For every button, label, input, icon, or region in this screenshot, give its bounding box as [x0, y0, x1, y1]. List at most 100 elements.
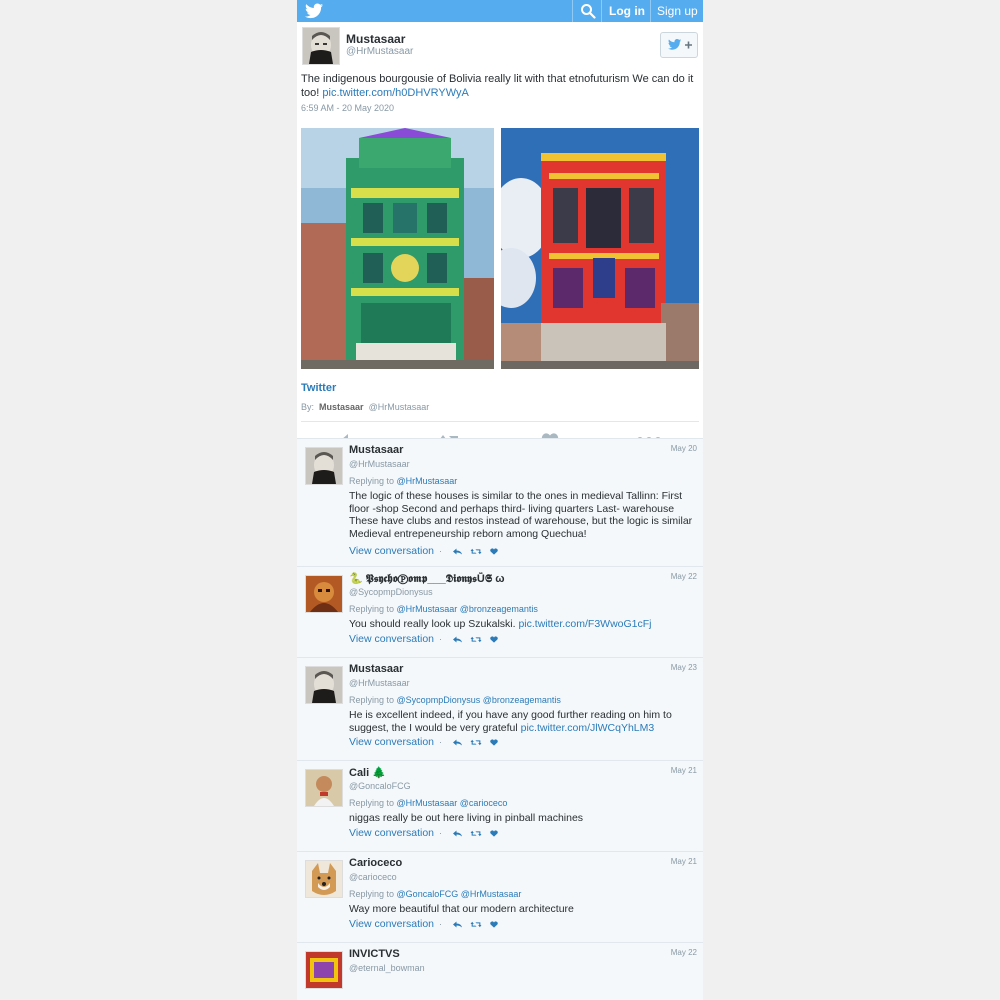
reply-body: You should really look up Szukalski. — [349, 618, 516, 630]
reply-author-name[interactable]: 🐍 𝕻𝖘𝖞𝖈𝖍𝖔Ⓟ𝖔𝖒𝖕___𝕯𝖎𝖔𝖓𝖞𝖘Ṻ𝕾 ω — [349, 572, 505, 586]
tweet-photo-red-building[interactable] — [501, 128, 699, 369]
replying-label: Replying to — [349, 889, 395, 899]
reply-date[interactable]: May 20 — [671, 444, 697, 453]
replying-to-link[interactable]: @SycopmpDionysus @bronzeagemantis — [397, 695, 561, 705]
reply-icon[interactable] — [452, 920, 463, 929]
reply-author-handle[interactable]: @HrMustasaar — [349, 678, 410, 688]
reply-icon[interactable] — [452, 635, 463, 644]
tweet-text: The indigenous bourgousie of Bolivia rea… — [301, 72, 699, 100]
retweet-icon[interactable] — [470, 738, 482, 747]
like-heart-icon[interactable] — [489, 920, 499, 929]
like-heart-icon[interactable] — [489, 635, 499, 644]
signup-link[interactable]: Sign up — [657, 4, 698, 18]
red-building-image — [501, 128, 699, 369]
replying-to-link[interactable]: @HrMustasaar — [397, 476, 458, 486]
reply-avatar[interactable] — [305, 860, 343, 898]
by-handle[interactable]: @HrMustasaar — [369, 402, 430, 412]
reply-pic-link[interactable]: pic.twitter.com/JlWCqYhLM3 — [521, 722, 655, 734]
author-name[interactable]: Mustasaar — [346, 32, 405, 46]
view-conversation-link[interactable]: View conversation — [349, 545, 434, 557]
replying-to-link[interactable]: @GoncaloFCG @HrMustasaar — [397, 889, 522, 899]
replying-label: Replying to — [349, 604, 395, 614]
replying-to: Replying to @GoncaloFCG @HrMustasaar — [349, 889, 521, 899]
reply-avatar[interactable] — [305, 575, 343, 613]
reply-author-handle[interactable]: @carioceco — [349, 872, 397, 882]
reply-author-name[interactable]: INVICTVS — [349, 948, 400, 960]
author-handle[interactable]: @HrMustasaar — [346, 46, 413, 57]
separator-dot: · — [439, 546, 443, 556]
avatar[interactable] — [302, 27, 340, 65]
follow-button[interactable] — [660, 32, 698, 58]
reply-date[interactable]: May 21 — [671, 766, 697, 775]
reply-author-handle[interactable]: @GoncaloFCG — [349, 781, 411, 791]
timeline-column: Log in Sign up Mustasaar @HrMustasaar Th… — [297, 0, 703, 1000]
replying-label: Replying to — [349, 695, 395, 705]
reply-author-handle[interactable]: @eternal_bowman — [349, 963, 425, 973]
twitter-bird-icon[interactable] — [305, 3, 323, 19]
topbar-divider — [650, 0, 651, 22]
search-icon[interactable] — [580, 3, 596, 19]
tweet-pic-link[interactable]: pic.twitter.com/h0DHVRYWyA — [322, 87, 468, 99]
reply-author-name[interactable]: Cali 🌲 — [349, 766, 386, 779]
tweet-timestamp[interactable]: 6:59 AM - 20 May 2020 — [301, 103, 394, 113]
login-link[interactable]: Log in — [609, 4, 645, 18]
replies-list: Mustasaar @HrMustasaar May 20 Replying t… — [297, 438, 703, 1000]
replying-to: Replying to @HrMustasaar @bronzeagemanti… — [349, 604, 538, 614]
reply-icon[interactable] — [452, 829, 463, 838]
replying-to: Replying to @SycopmpDionysus @bronzeagem… — [349, 695, 561, 705]
reply-actions: View conversation · — [349, 736, 499, 748]
follow-bird-plus-icon — [668, 39, 692, 50]
reply-tweet[interactable]: Mustasaar @HrMustasaar May 23 Replying t… — [297, 657, 703, 760]
reply-avatar[interactable] — [305, 666, 343, 704]
reply-actions: View conversation · — [349, 918, 499, 930]
reply-tweet[interactable]: Cali 🌲 @GoncaloFCG May 21 Replying to @H… — [297, 760, 703, 851]
reply-text: You should really look up Szukalski. pic… — [349, 618, 701, 631]
like-heart-icon[interactable] — [489, 547, 499, 556]
reply-avatar[interactable] — [305, 951, 343, 989]
view-conversation-link[interactable]: View conversation — [349, 633, 434, 645]
reply-avatar[interactable] — [305, 769, 343, 807]
reply-author-handle[interactable]: @SycopmpDionysus — [349, 587, 433, 597]
reply-text: He is excellent indeed, if you have any … — [349, 709, 701, 734]
reply-date[interactable]: May 21 — [671, 857, 697, 866]
view-conversation-link[interactable]: View conversation — [349, 736, 434, 748]
like-heart-icon[interactable] — [489, 738, 499, 747]
reply-tweet[interactable]: INVICTVS @eternal_bowman May 22 — [297, 942, 703, 1000]
card-divider — [301, 421, 699, 422]
replying-to-link[interactable]: @HrMustasaar @bronzeagemantis — [397, 604, 538, 614]
reply-date[interactable]: May 22 — [671, 948, 697, 957]
separator-dot: · — [439, 737, 443, 747]
reply-author-name[interactable]: Mustasaar — [349, 444, 403, 456]
replying-label: Replying to — [349, 476, 395, 486]
view-conversation-link[interactable]: View conversation — [349, 827, 434, 839]
retweet-icon[interactable] — [470, 920, 482, 929]
reply-author-name[interactable]: Carioceco — [349, 857, 402, 869]
like-heart-icon[interactable] — [489, 829, 499, 838]
reply-actions: View conversation · — [349, 827, 499, 839]
separator-dot: · — [439, 919, 443, 929]
retweet-icon[interactable] — [470, 635, 482, 644]
retweet-icon[interactable] — [470, 829, 482, 838]
replying-to: Replying to @HrMustasaar @carioceco — [349, 798, 507, 808]
reply-text: Way more beautiful that our modern archi… — [349, 903, 574, 915]
reply-tweet[interactable]: 🐍 𝕻𝖘𝖞𝖈𝖍𝖔Ⓟ𝖔𝖒𝖕___𝕯𝖎𝖔𝖓𝖞𝖘Ṻ𝕾 ω @SycopmpDionys… — [297, 566, 703, 657]
retweet-icon[interactable] — [470, 547, 482, 556]
by-name[interactable]: Mustasaar — [319, 402, 364, 412]
reply-actions: View conversation · — [349, 633, 499, 645]
by-label: By: — [301, 402, 315, 412]
reply-icon[interactable] — [452, 547, 463, 556]
replying-to-link[interactable]: @HrMustasaar @carioceco — [397, 798, 508, 808]
reply-author-handle[interactable]: @HrMustasaar — [349, 459, 410, 469]
separator-dot: · — [439, 828, 443, 838]
view-conversation-link[interactable]: View conversation — [349, 918, 434, 930]
reply-date[interactable]: May 22 — [671, 572, 697, 581]
tweet-photo-green-building[interactable] — [301, 128, 494, 369]
reply-icon[interactable] — [452, 738, 463, 747]
reply-date[interactable]: May 23 — [671, 663, 697, 672]
card-title[interactable]: Twitter — [301, 382, 336, 394]
reply-author-name[interactable]: Mustasaar — [349, 663, 403, 675]
reply-avatar[interactable] — [305, 447, 343, 485]
reply-pic-link[interactable]: pic.twitter.com/F3WwoG1cFj — [518, 618, 651, 630]
reply-tweet[interactable]: Mustasaar @HrMustasaar May 20 Replying t… — [297, 438, 703, 566]
reply-tweet[interactable]: Carioceco @carioceco May 21 Replying to … — [297, 851, 703, 942]
